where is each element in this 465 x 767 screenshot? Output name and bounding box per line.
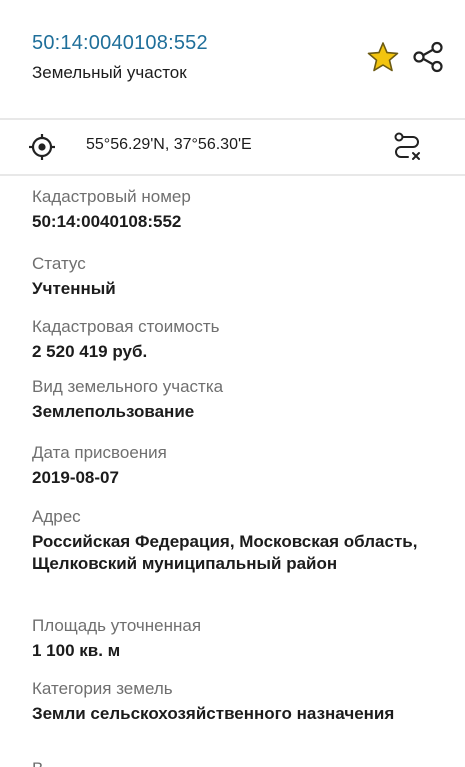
field-value: 2 520 419 руб. bbox=[32, 342, 148, 361]
field-label: Вид земельного участка bbox=[32, 377, 224, 396]
field-value: Землепользование bbox=[32, 402, 195, 421]
field-address: Адрес Российская Федерация, Московская о… bbox=[32, 506, 442, 575]
star-icon bbox=[367, 42, 399, 72]
field-label: Дата присвоения bbox=[32, 443, 167, 462]
share-button[interactable] bbox=[411, 40, 445, 74]
field-label: Кадастровая стоимость bbox=[32, 317, 220, 336]
field-cadastral-number: Кадастровый номер 50:14:0040108:552 bbox=[32, 186, 191, 233]
cadastral-number-link[interactable]: 50:14:0040108:552 bbox=[32, 32, 208, 55]
favorite-button[interactable] bbox=[366, 40, 400, 74]
divider bbox=[0, 174, 465, 176]
field-value: Земли сельскохозяйственного назначения bbox=[32, 704, 395, 723]
share-icon bbox=[413, 41, 443, 73]
coordinates-text: 55°56.29'N, 37°56.30'E bbox=[86, 136, 252, 153]
field-assignment-date: Дата присвоения 2019-08-07 bbox=[32, 442, 167, 489]
field-area: Площадь уточненная 1 100 кв. м bbox=[32, 615, 201, 662]
field-value: 50:14:0040108:552 bbox=[32, 212, 182, 231]
field-value: 2019-08-07 bbox=[32, 468, 119, 487]
field-label: Площадь уточненная bbox=[32, 616, 202, 635]
field-label: Статус bbox=[32, 254, 86, 273]
field-partial: В bbox=[32, 758, 43, 767]
field-value: Учтенный bbox=[32, 279, 116, 298]
coordinates-bar: 55°56.29'N, 37°56.30'E bbox=[0, 120, 465, 174]
field-label: Категория земель bbox=[32, 679, 173, 698]
field-land-type: Вид земельного участка Землепользование bbox=[32, 376, 223, 423]
field-land-category: Категория земель Земли сельскохозяйствен… bbox=[32, 678, 394, 725]
field-value: 1 100 кв. м bbox=[32, 641, 121, 660]
crosshair-icon bbox=[29, 134, 55, 160]
field-cadastral-value: Кадастровая стоимость 2 520 419 руб. bbox=[32, 316, 219, 363]
header: 50:14:0040108:552 Земельный участок bbox=[0, 0, 465, 118]
field-label: Кадастровый номер bbox=[32, 187, 191, 206]
field-status: Статус Учтенный bbox=[32, 253, 116, 300]
field-label: Адрес bbox=[32, 507, 81, 526]
route-icon bbox=[394, 132, 420, 160]
route-button[interactable] bbox=[391, 131, 423, 163]
object-type-subtitle: Земельный участок bbox=[32, 63, 187, 82]
field-value: Российская Федерация, Московская область… bbox=[32, 532, 418, 573]
locate-button[interactable] bbox=[28, 133, 56, 161]
field-label: В bbox=[32, 758, 43, 767]
